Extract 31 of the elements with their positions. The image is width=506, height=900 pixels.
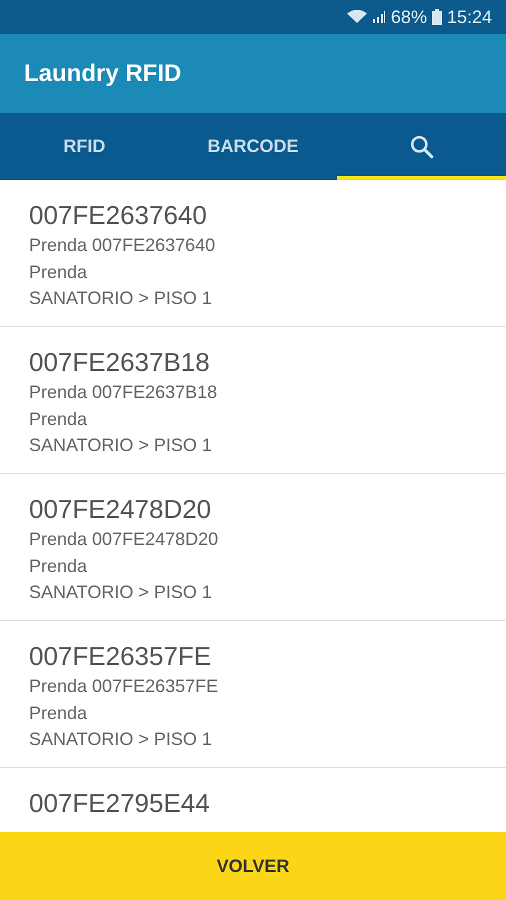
item-detail: Prenda: [29, 702, 88, 724]
signal-icon: [372, 10, 386, 24]
wifi-icon: [346, 10, 367, 24]
item-code: 007FE26357FE: [29, 640, 212, 673]
item-detail: Prenda 007FE26357FE: [29, 675, 220, 698]
item-code: 007FE2478D20: [29, 493, 212, 526]
item-detail: Prenda 007FE2478D20: [29, 528, 220, 551]
battery-percent: 68%: [390, 6, 427, 28]
list-item[interactable]: 007FE26357FE Prenda 007FE26357FE Prenda SANATORIO > PISO 1: [0, 621, 506, 768]
tab[interactable]: BARCODE: [168, 113, 338, 180]
list-item[interactable]: 007FE2637B18 Prenda 007FE2637B18 Prenda SANATORIO > PISO 1: [0, 327, 506, 474]
battery-icon: [432, 9, 442, 25]
search-icon: [408, 134, 435, 160]
clock: 15:24: [446, 6, 492, 28]
item-code: 007FE2795E44: [29, 787, 211, 820]
app-title: Laundry RFID: [24, 60, 182, 88]
item-detail: Prenda 007FE2637640: [29, 234, 216, 257]
list-item[interactable]: 007FE2637640 Prenda 007FE2637640 Prenda SANATORIO > PISO 1: [0, 180, 506, 327]
item-detail: SANATORIO > PISO 1: [29, 728, 213, 751]
item-detail: Prenda: [29, 260, 88, 284]
list-item[interactable]: 007FE2478D20 Prenda 007FE2478D20 Prenda SANATORIO > PISO 1: [0, 474, 506, 621]
item-detail: Prenda: [29, 408, 88, 430]
item-code: 007FE2637640: [29, 199, 208, 232]
item-code: 007FE2637B18: [29, 346, 211, 379]
item-detail: Prenda: [29, 554, 88, 578]
item-detail: SANATORIO > PISO 1: [29, 581, 213, 604]
item-detail: SANATORIO > PISO 1: [29, 434, 213, 457]
tab[interactable]: RFID: [0, 113, 169, 180]
item-detail: Prenda 007FE2637B18: [29, 381, 218, 404]
item-detail: SANATORIO > PISO 1: [29, 287, 213, 310]
back-button[interactable]: VOLVER: [0, 832, 506, 900]
